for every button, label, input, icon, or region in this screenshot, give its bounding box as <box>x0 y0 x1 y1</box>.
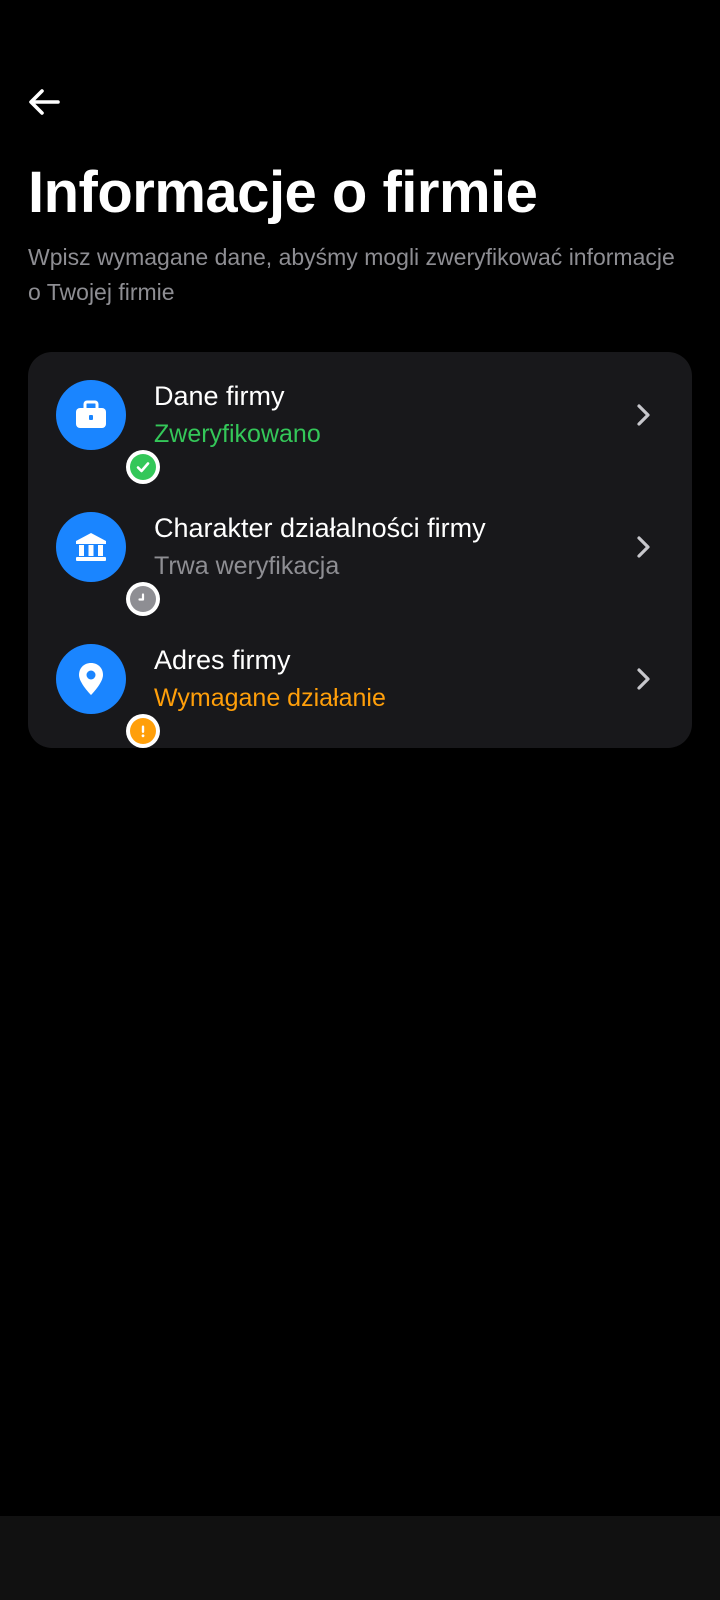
location-pin-icon <box>79 663 103 695</box>
badge <box>126 714 160 748</box>
badge <box>126 450 160 484</box>
section-title: Adres firmy <box>154 645 291 675</box>
location-pin-icon-circle <box>56 644 160 748</box>
system-navigation-bar <box>0 1516 720 1600</box>
chevron-right-icon <box>637 668 650 690</box>
bank-icon-circle <box>56 512 160 616</box>
section-status: Wymagane działanie <box>154 684 386 712</box>
page-title: Informacje o firmie <box>28 160 538 225</box>
arrow-left-icon <box>29 89 60 115</box>
briefcase-icon-circle <box>56 380 160 484</box>
section-status: Trwa weryfikacja <box>154 552 340 580</box>
badge <box>126 582 160 616</box>
section-title: Dane firmy <box>154 381 285 411</box>
section-company-data[interactable]: Dane firmy Zweryfikowano <box>28 352 692 484</box>
company-info-card: Dane firmy Zweryfikowano Charakter dział… <box>28 352 692 748</box>
chevron-right-icon <box>637 536 650 558</box>
briefcase-icon <box>76 400 106 428</box>
section-status: Zweryfikowano <box>154 420 321 448</box>
clock-badge-icon <box>138 593 145 601</box>
check-badge-icon <box>136 462 150 473</box>
back-button[interactable] <box>20 82 68 122</box>
bank-icon <box>76 533 106 561</box>
chevron-right-icon <box>637 404 650 426</box>
page-subtitle: Wpisz wymagane dane, abyśmy mogli zweryf… <box>28 244 675 305</box>
warning-badge-icon <box>141 725 145 738</box>
section-business-nature[interactable]: Charakter działalności firmy Trwa weryfi… <box>28 484 692 616</box>
section-company-address[interactable]: Adres firmy Wymagane działanie <box>28 616 692 748</box>
section-title: Charakter działalności firmy <box>154 513 486 543</box>
